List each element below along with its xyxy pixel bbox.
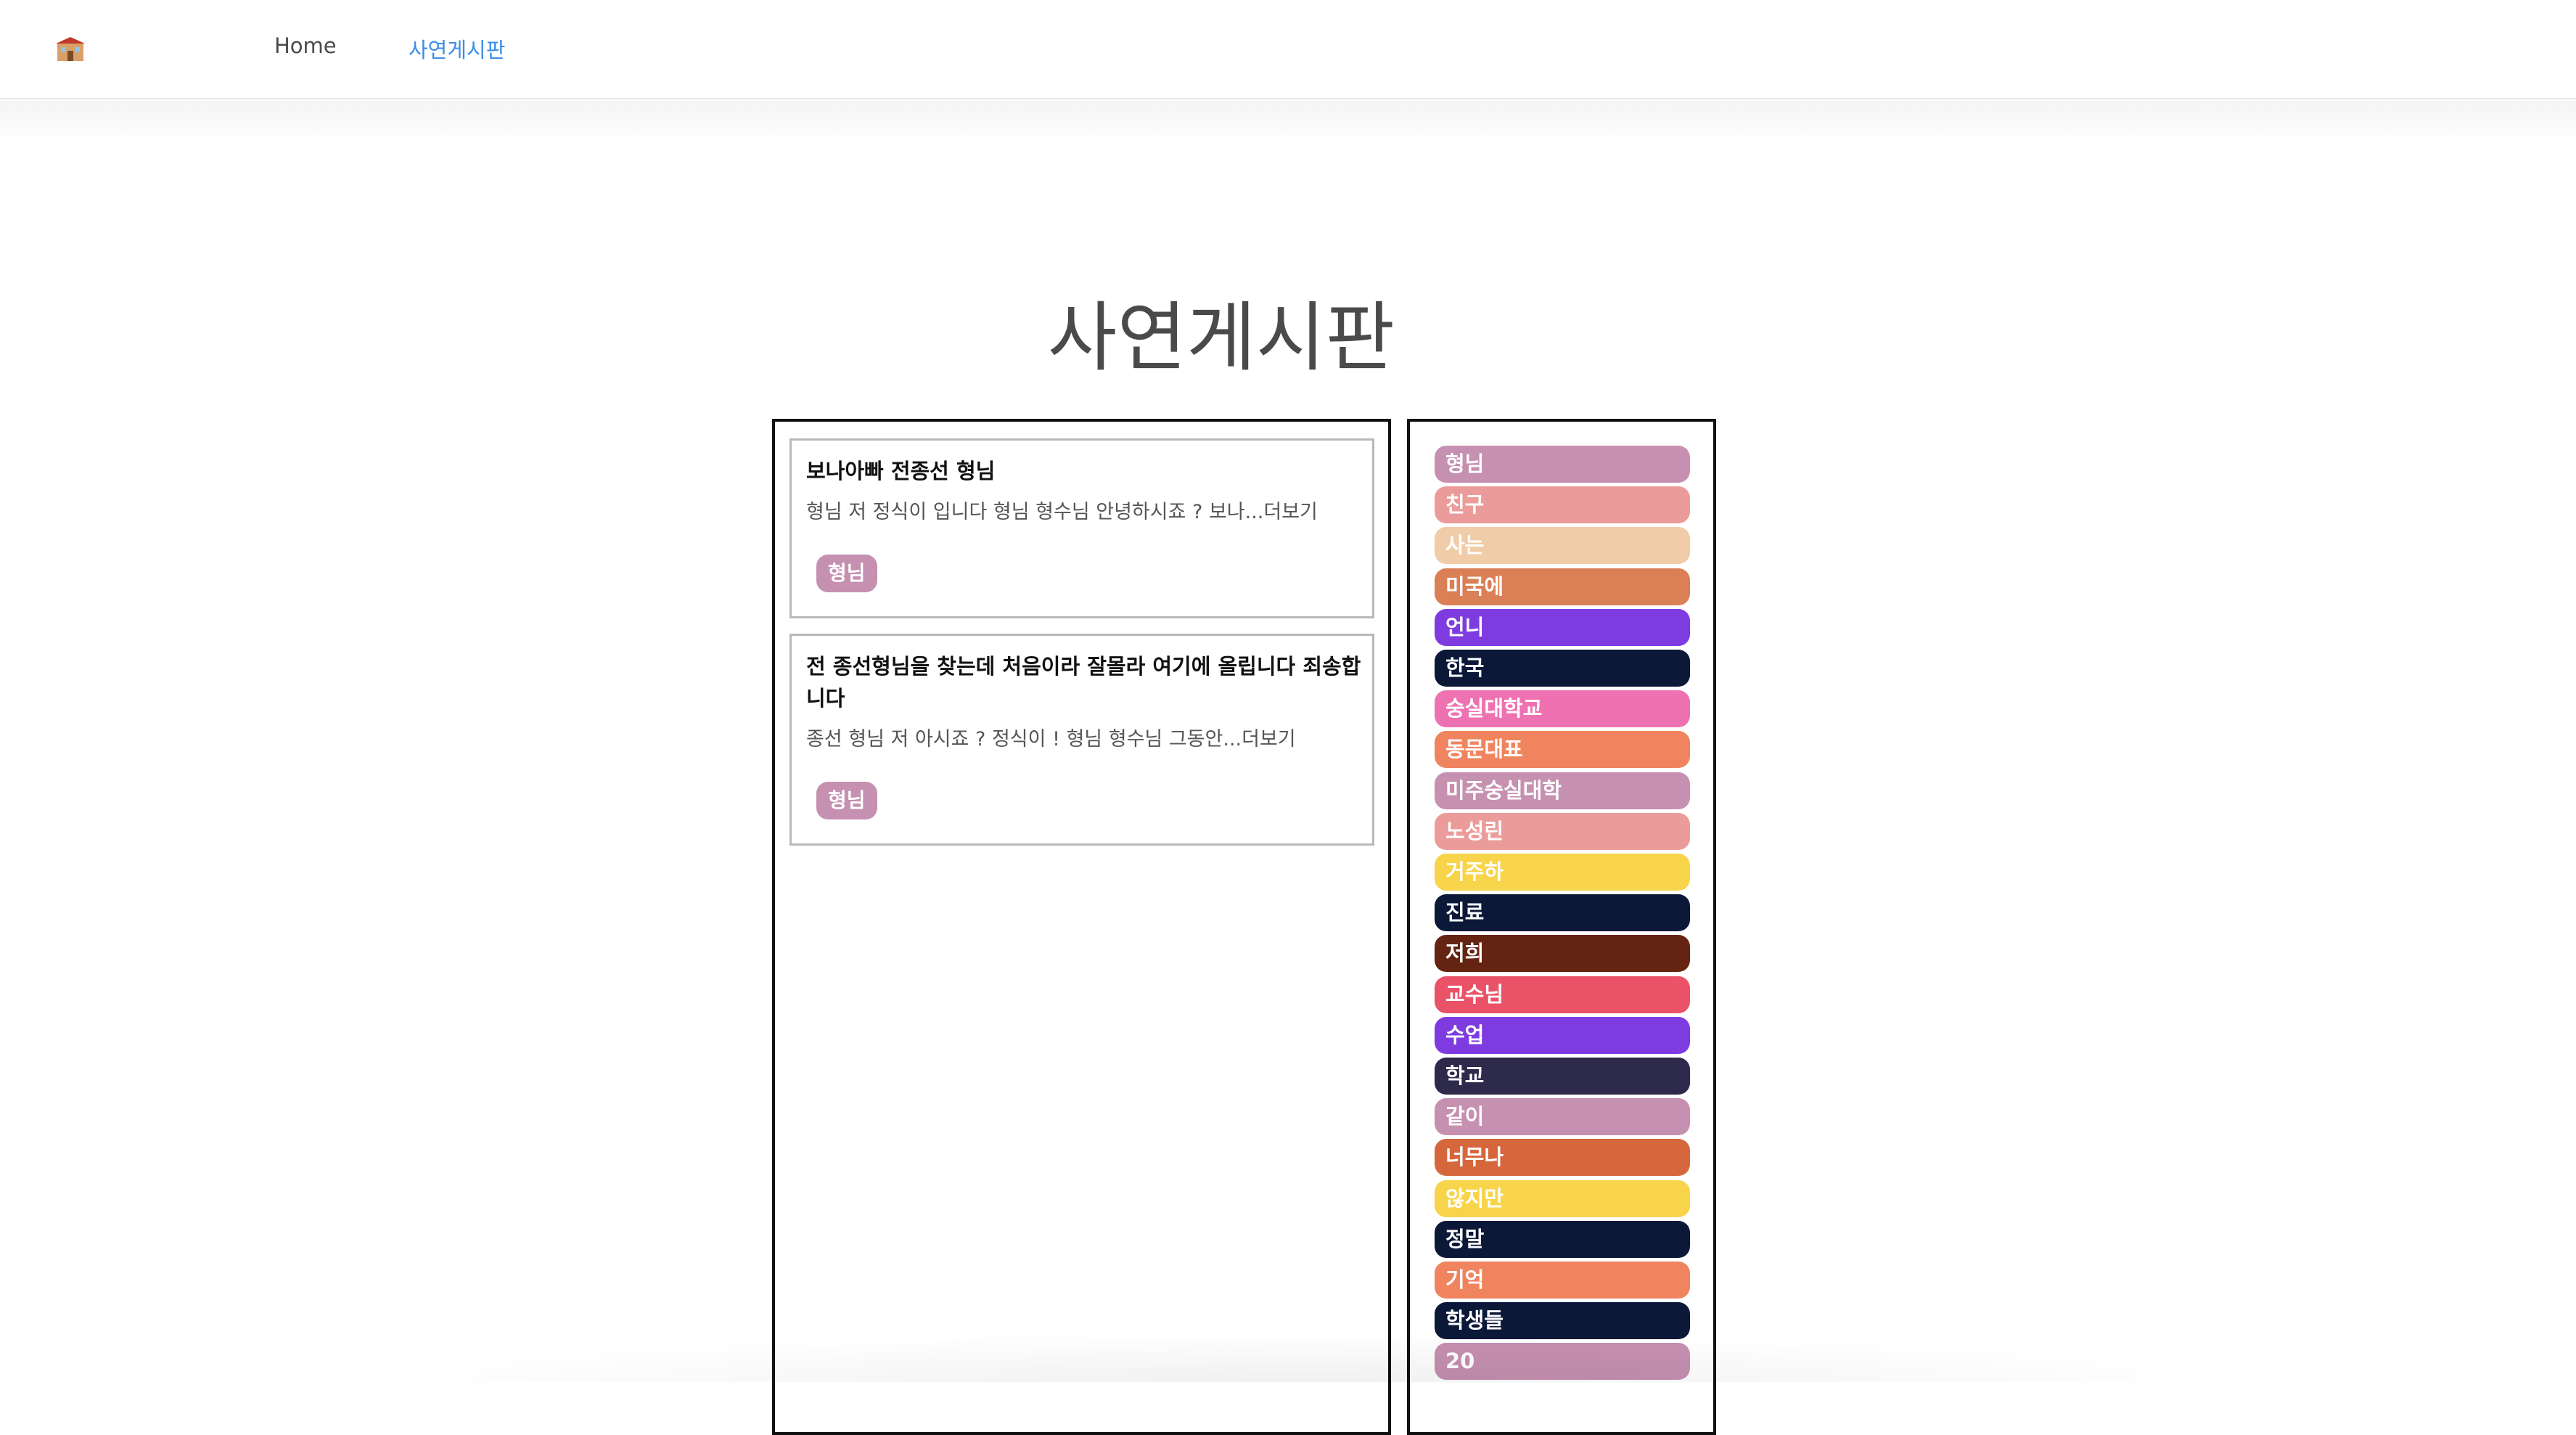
tag-filter-item[interactable]: 미국에 [1435,568,1690,605]
tag-filter-item[interactable]: 형님 [1435,446,1690,483]
nav-board-link[interactable]: 사연게시판 [409,33,505,64]
tag-filter-item[interactable]: 언니 [1435,608,1690,646]
house-icon[interactable] [54,36,86,62]
tag-filter-item[interactable]: 정말 [1435,1220,1690,1258]
post-tag[interactable]: 형님 [816,555,877,592]
top-navbar: Home 사연게시판 [0,0,2576,99]
tags-panel: 형님 친구 사는 미국에 언니한국 숭실대학교 동문대표 미주숭실대학 노성린거주하 진료 저희 교수… [1407,419,1716,1435]
tag-filter-item[interactable]: 저희 [1435,935,1690,973]
tag-filter-item[interactable]: 학교 [1435,1058,1690,1095]
tag-filter-item[interactable]: 않지만 [1435,1180,1690,1217]
bottom-shadow [363,1332,2249,1382]
tag-filter-item[interactable]: 숭실대학교 [1435,690,1690,728]
tag-filter-item[interactable]: 친구 [1435,486,1690,524]
tag-filter-item[interactable]: 동문대표 [1435,731,1690,769]
tag-filter-item[interactable]: 기억 [1435,1262,1690,1299]
tag-filter-item[interactable]: 한국 [1435,650,1690,687]
tag-filter-item[interactable]: 노성린 [1435,812,1690,850]
tag-filter-item[interactable]: 진료 [1435,894,1690,932]
tag-filter-item[interactable]: 같이 [1435,1098,1690,1136]
nav-home-link[interactable]: Home [274,33,337,58]
post-title[interactable]: 보나아빠 전종선 형님 [806,455,1365,487]
post-card[interactable]: 보나아빠 전종선 형님 형님 저 정식이 입니다 형님 형수님 안녕하시죠 ? … [789,438,1374,618]
post-excerpt: 형님 저 정식이 입니다 형님 형수님 안녕하시죠 ? 보나...더보기 [806,501,1318,523]
tag-filter-item[interactable]: 너무나 [1435,1139,1690,1177]
tag-filter-item[interactable]: 미주숭실대학 [1435,772,1690,809]
tag-filter-item[interactable]: 거주하 [1435,854,1690,891]
post-excerpt: 종선 형님 저 아시죠 ? 정식이 ! 형님 형수님 그동안...더보기 [806,728,1296,751]
tag-filter-item[interactable]: 사는 [1435,527,1690,565]
posts-panel: 보나아빠 전종선 형님 형님 저 정식이 입니다 형님 형수님 안녕하시죠 ? … [772,419,1391,1435]
post-tag[interactable]: 형님 [816,782,877,819]
tag-filter-item[interactable]: 교수님 [1435,976,1690,1013]
post-title[interactable]: 전 종선형님을 찾는데 처음이라 잘몰라 여기에 올립니다 죄송합니다 [806,650,1365,714]
navbar-shadow [0,101,2576,144]
tag-filter-item[interactable]: 수업 [1435,1016,1690,1054]
page-title: 사연게시판 [1047,293,1395,382]
post-card[interactable]: 전 종선형님을 찾는데 처음이라 잘몰라 여기에 올립니다 죄송합니다 종선 형… [789,634,1374,846]
